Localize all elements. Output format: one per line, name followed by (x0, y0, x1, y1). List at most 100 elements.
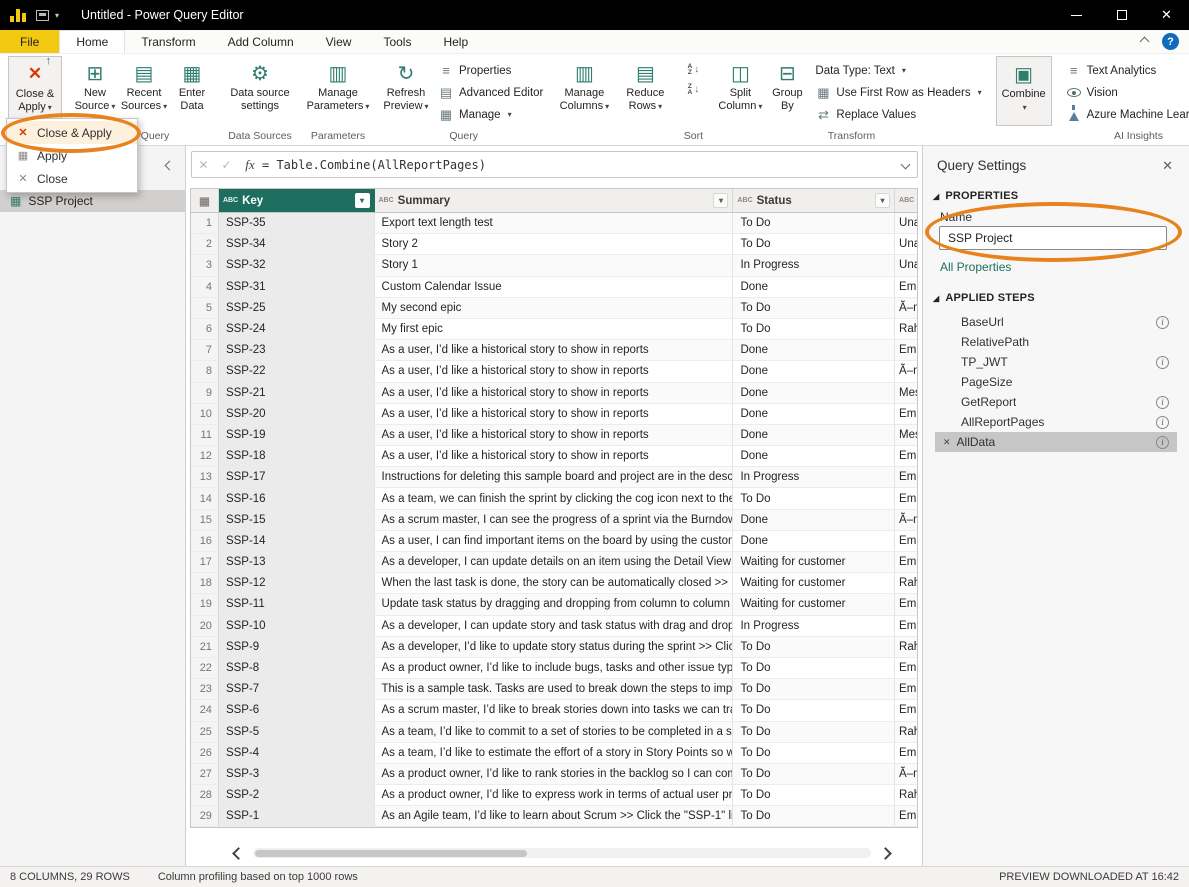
tab-transform[interactable]: Transform (125, 30, 211, 53)
step-info-icon[interactable]: i (1156, 356, 1169, 369)
row-number[interactable]: 10 (191, 404, 219, 425)
cell-partial[interactable]: Una (895, 234, 917, 255)
cell-partial[interactable]: Rah (895, 722, 917, 743)
cell-key[interactable]: SSP-34 (219, 234, 375, 255)
row-number[interactable]: 22 (191, 658, 219, 679)
row-number[interactable]: 2 (191, 234, 219, 255)
commit-formula-icon[interactable]: ✓ (215, 158, 238, 172)
cell-partial[interactable]: Ã–m (895, 764, 917, 785)
table-row[interactable]: 18SSP-12When the last task is done, the … (191, 573, 917, 594)
query-name-input[interactable] (939, 226, 1167, 250)
cell-key[interactable]: SSP-5 (219, 722, 375, 743)
cell-partial[interactable]: Emr (895, 552, 917, 573)
combine-button[interactable]: ▣ Combine▾ (996, 56, 1052, 126)
step-info-icon[interactable]: i (1156, 316, 1169, 329)
applied-step[interactable]: ✕AllDatai (935, 432, 1177, 452)
row-number[interactable]: 15 (191, 510, 219, 531)
cell-partial[interactable]: Rah (895, 573, 917, 594)
cell-status[interactable]: To Do (733, 806, 895, 827)
collapse-queries-pane-icon[interactable] (166, 156, 173, 174)
table-row[interactable]: 20SSP-10As a developer, I can update sto… (191, 616, 917, 637)
cell-status[interactable]: To Do (733, 234, 895, 255)
cell-partial[interactable]: Emr (895, 446, 917, 467)
cell-partial[interactable]: Mes (895, 383, 917, 404)
step-info-icon[interactable]: i (1156, 396, 1169, 409)
cell-partial[interactable]: Emr (895, 467, 917, 488)
menu-item-close[interactable]: ✕Close (7, 167, 137, 190)
table-row[interactable]: 26SSP-4As a team, I’d like to estimate t… (191, 743, 917, 764)
delete-step-icon[interactable]: ✕ (943, 437, 951, 448)
cell-summary[interactable]: As a developer, I can update story and t… (375, 616, 734, 637)
row-number[interactable]: 29 (191, 806, 219, 827)
table-row[interactable]: 29SSP-1As an Agile team, I’d like to lea… (191, 806, 917, 827)
cell-summary[interactable]: As a product owner, I’d like to express … (375, 785, 734, 806)
cell-key[interactable]: SSP-23 (219, 340, 375, 361)
applied-step[interactable]: TP_JWTi (935, 352, 1177, 372)
cell-key[interactable]: SSP-13 (219, 552, 375, 573)
cell-partial[interactable]: Emr (895, 658, 917, 679)
table-row[interactable]: 27SSP-3As a product owner, I’d like to r… (191, 764, 917, 785)
row-number[interactable]: 13 (191, 467, 219, 488)
cell-summary[interactable]: Story 2 (375, 234, 734, 255)
cell-partial[interactable]: Mes (895, 425, 917, 446)
filter-dropdown-icon[interactable]: ▾ (713, 193, 728, 208)
help-icon[interactable]: ? (1162, 33, 1179, 50)
cell-summary[interactable]: As a user, I’d like a historical story t… (375, 383, 734, 404)
cell-summary[interactable]: Instructions for deleting this sample bo… (375, 467, 734, 488)
row-number[interactable]: 1 (191, 213, 219, 234)
row-number[interactable]: 23 (191, 679, 219, 700)
row-number[interactable]: 25 (191, 722, 219, 743)
table-row[interactable]: 11SSP-19As a user, I’d like a historical… (191, 425, 917, 446)
refresh-preview-button[interactable]: ↻ Refresh Preview▾ (380, 56, 432, 126)
cell-status[interactable]: Done (733, 277, 895, 298)
cell-key[interactable]: SSP-19 (219, 425, 375, 446)
cell-partial[interactable]: Ã–m (895, 510, 917, 531)
row-number[interactable]: 6 (191, 319, 219, 340)
row-number[interactable]: 17 (191, 552, 219, 573)
cell-status[interactable]: To Do (733, 637, 895, 658)
azure-machine-learning-button[interactable]: Azure Machine Learning (1062, 104, 1189, 125)
expand-formula-bar-icon[interactable] (893, 161, 917, 168)
cell-partial[interactable]: Emr (895, 340, 917, 361)
table-row[interactable]: 4SSP-31Custom Calendar IssueDoneEmr (191, 277, 917, 298)
cell-status[interactable]: Done (733, 510, 895, 531)
cell-summary[interactable]: As a user, I’d like a historical story t… (375, 446, 734, 467)
manage-parameters-button[interactable]: ▥ Manage Parameters▾ (306, 56, 370, 126)
quick-access-dropdown-icon[interactable]: ▾ (55, 11, 59, 20)
manage-button[interactable]: ▦ Manage▾ (434, 104, 547, 125)
close-and-apply-button[interactable]: ✕↑ Close & Apply▾ (8, 56, 62, 126)
cell-summary[interactable]: My first epic (375, 319, 734, 340)
cell-key[interactable]: SSP-24 (219, 319, 375, 340)
cell-status[interactable]: To Do (733, 764, 895, 785)
row-number[interactable]: 9 (191, 383, 219, 404)
table-row[interactable]: 6SSP-24My first epicTo DoRah (191, 319, 917, 340)
cell-summary[interactable]: Export text length test (375, 213, 734, 234)
collapse-ribbon-icon[interactable] (1141, 38, 1148, 45)
row-number[interactable]: 27 (191, 764, 219, 785)
reduce-rows-button[interactable]: ▤ Reduce Rows▾ (621, 56, 669, 126)
close-apply-menu[interactable]: ✕Close & Apply▦Apply✕Close (6, 118, 138, 193)
cell-summary[interactable]: As a team, I’d like to estimate the effo… (375, 743, 734, 764)
row-number[interactable]: 21 (191, 637, 219, 658)
table-row[interactable]: 14SSP-16As a team, we can finish the spr… (191, 488, 917, 509)
applied-step[interactable]: BaseUrli (935, 312, 1177, 332)
row-number[interactable]: 3 (191, 255, 219, 276)
cell-summary[interactable]: Update task status by dragging and dropp… (375, 594, 734, 615)
cell-summary[interactable]: As a developer, I can update details on … (375, 552, 734, 573)
group-by-button[interactable]: ⊟ Group By (765, 56, 809, 126)
cell-key[interactable]: SSP-8 (219, 658, 375, 679)
row-number[interactable]: 14 (191, 488, 219, 509)
row-number[interactable]: 16 (191, 531, 219, 552)
cell-status[interactable]: Done (733, 361, 895, 382)
cell-partial[interactable]: Ã–m (895, 298, 917, 319)
cell-key[interactable]: SSP-16 (219, 488, 375, 509)
cell-key[interactable]: SSP-12 (219, 573, 375, 594)
applied-steps-section-header[interactable]: ◢ APPLIED STEPS (933, 292, 1035, 304)
cell-partial[interactable]: Rah (895, 637, 917, 658)
row-number[interactable]: 12 (191, 446, 219, 467)
row-number[interactable]: 4 (191, 277, 219, 298)
table-row[interactable]: 16SSP-14As a user, I can find important … (191, 531, 917, 552)
cell-key[interactable]: SSP-4 (219, 743, 375, 764)
column-header-status[interactable]: ABC Status ▾ (733, 189, 895, 212)
close-window-button[interactable]: ✕ (1144, 0, 1189, 30)
